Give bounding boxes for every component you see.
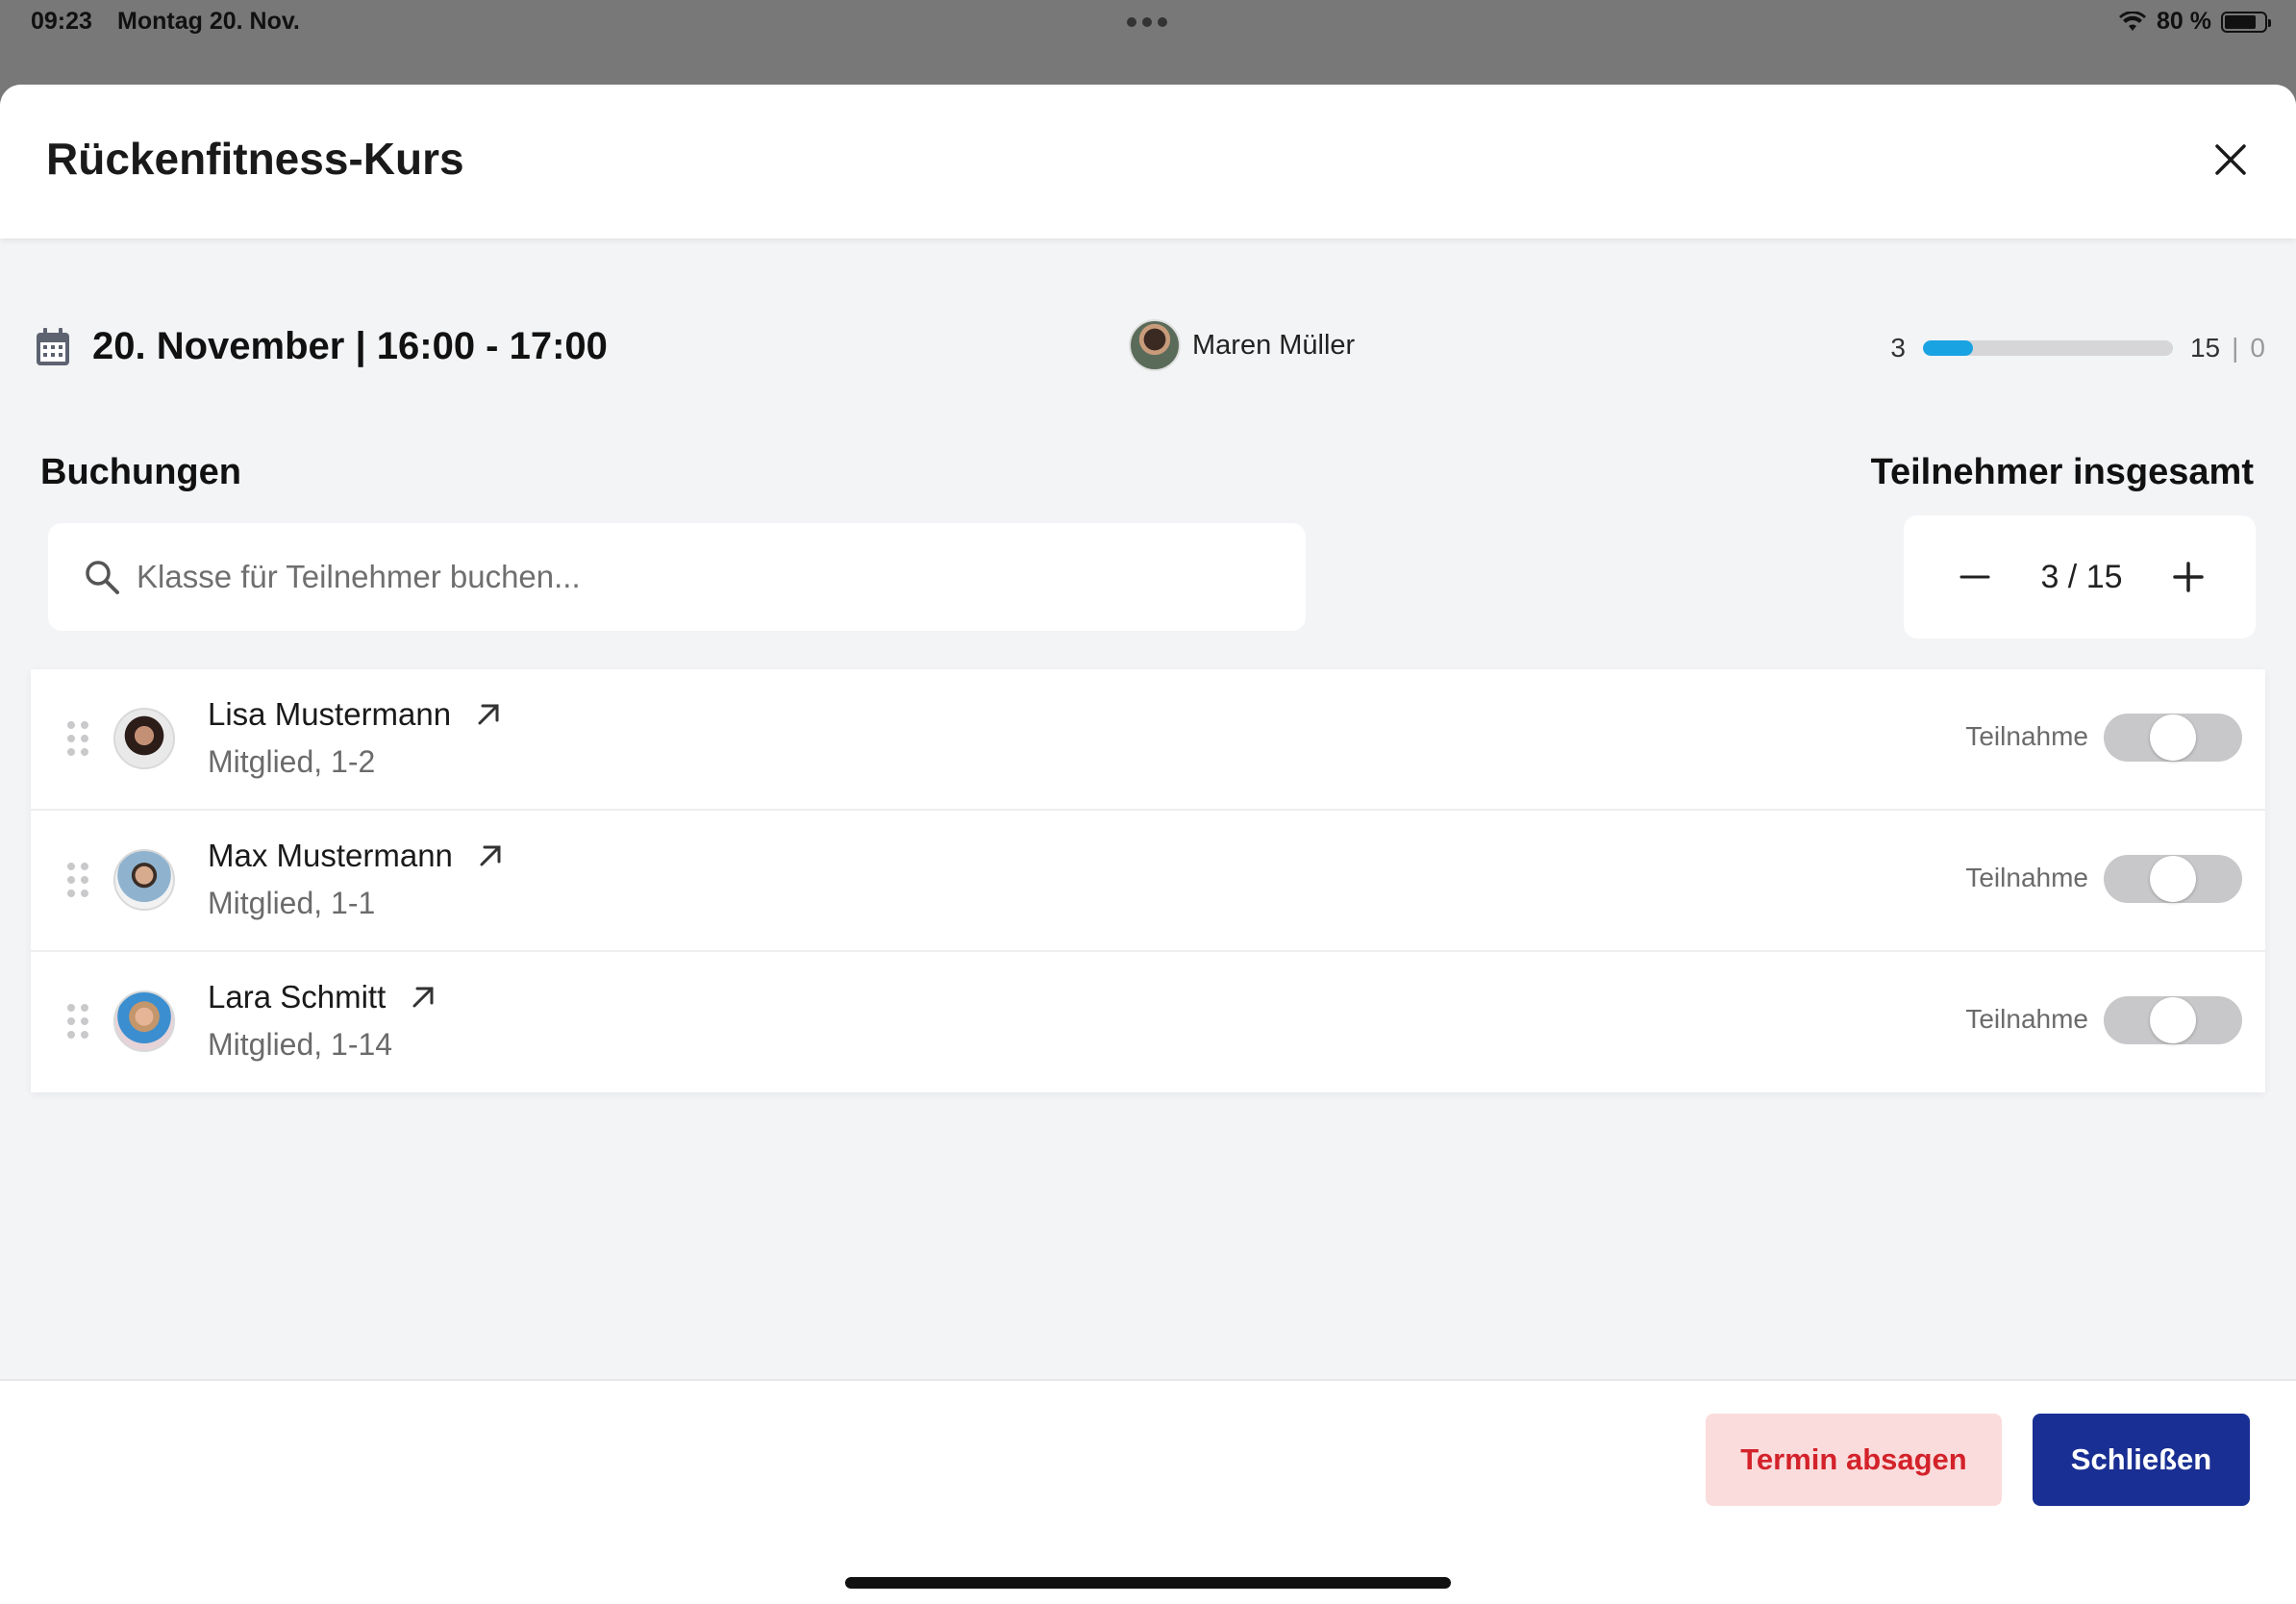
capacity-booked: 3 [1890,333,1906,363]
list-item[interactable]: Lara Schmitt Mitglied, 1-14 Teilnahme [31,952,2265,1090]
participants-count: 3 / 15 [2040,558,2123,595]
participant-name-row: Lara Schmitt [208,979,437,1015]
modal-header: Rückenfitness-Kurs [0,85,2296,238]
avatar [113,849,175,911]
capacity-separator: | [2232,333,2239,363]
participants-stepper: 3 / 15 [1904,515,2256,639]
status-time: 09:23 [31,8,92,35]
modal-title: Rückenfitness-Kurs [46,134,464,184]
participant-name-row: Max Mustermann [208,838,505,874]
search-icon [86,561,119,594]
trainer-name: Maren Müller [1192,329,1356,361]
participant-meta: Mitglied, 1-1 [208,886,376,920]
battery-percentage: 80 % [2157,8,2211,35]
multitasking-dots-icon[interactable] [1127,17,1167,27]
status-bar: 09:23 Montag 20. Nov. 80 % [0,0,2296,85]
booking-search[interactable] [48,523,1306,631]
attendance-label: Teilnahme [1965,1004,2088,1034]
event-date-time: 20. November | 16:00 - 17:00 [92,325,608,367]
external-link-icon[interactable] [476,841,505,870]
avatar [113,708,175,769]
status-indicators: 80 % [2118,8,2271,36]
trainer[interactable]: Maren Müller [1129,319,1355,371]
attendance-toggle[interactable] [2104,855,2242,903]
avatar [113,990,175,1052]
participants-list: Lisa Mustermann Mitglied, 1-2 Teilnahme … [31,669,2265,1092]
participant-meta: Mitglied, 1-14 [208,1027,393,1062]
capacity-progress-bar [1922,340,2173,356]
drag-handle-icon[interactable] [67,863,88,897]
capacity-progress-fill [1922,340,1973,356]
cancel-appointment-button[interactable]: Termin absagen [1706,1414,2002,1506]
participant-meta: Mitglied, 1-2 [208,744,376,779]
home-indicator[interactable] [845,1577,1451,1589]
list-item[interactable]: Lisa Mustermann Mitglied, 1-2 Teilnahme [31,669,2265,811]
drag-handle-icon[interactable] [67,721,88,756]
attendance-toggle[interactable] [2104,996,2242,1044]
participants-total-heading: Teilnehmer insgesamt [1870,452,2254,492]
course-modal: Rückenfitness-Kurs 20. November | 16:00 … [0,85,2296,1604]
list-item[interactable]: Max Mustermann Mitglied, 1-1 Teilnahme [31,811,2265,952]
calendar-icon [37,328,69,365]
battery-icon [2221,11,2271,33]
capacity-max: 15 [2189,333,2221,363]
participant-name-row: Lisa Mustermann [208,696,503,733]
event-info-row: 20. November | 16:00 - 17:00 Maren Mülle… [0,298,2296,375]
search-input[interactable] [137,559,1252,595]
plus-icon[interactable] [2171,560,2206,594]
attendance-toggle[interactable] [2104,714,2242,762]
bookings-heading: Buchungen [40,452,241,492]
external-link-icon[interactable] [474,700,503,729]
capacity-waitlist: 0 [2250,333,2265,363]
trainer-avatar [1129,319,1181,371]
external-link-icon[interactable] [409,983,437,1012]
drag-handle-icon[interactable] [67,1004,88,1039]
participant-name[interactable]: Max Mustermann [208,838,453,874]
close-icon[interactable] [2209,138,2252,181]
participant-name[interactable]: Lisa Mustermann [208,696,451,733]
attendance-label: Teilnahme [1965,863,2088,892]
status-date: Montag 20. Nov. [117,8,300,35]
modal-footer: Termin absagen Schließen [0,1379,2296,1604]
minus-icon[interactable] [1958,560,1992,594]
close-button[interactable]: Schließen [2033,1414,2250,1506]
attendance-label: Teilnahme [1965,721,2088,751]
capacity-indicator: 3 15 | 0 [1890,333,2265,363]
wifi-icon [2119,11,2147,31]
participant-name[interactable]: Lara Schmitt [208,979,386,1015]
